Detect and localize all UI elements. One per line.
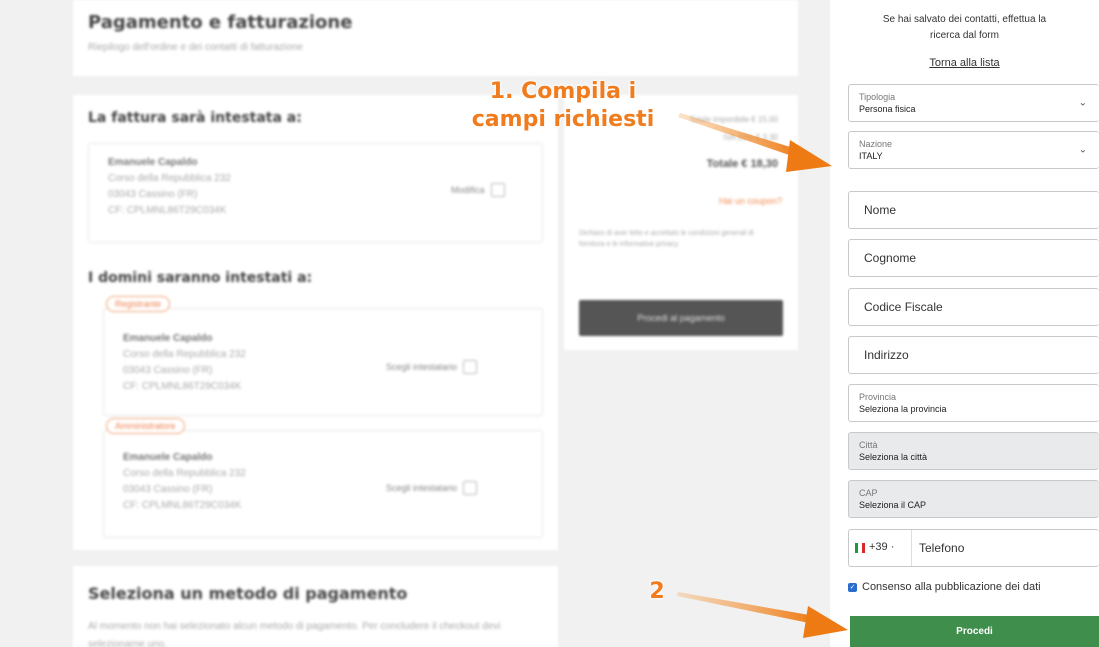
arrow-step1-shaft	[678, 113, 800, 158]
annotation-step1: 1. Compila i campi richiesti	[448, 78, 678, 134]
annotation-step2: 2	[649, 579, 665, 604]
annotation-step1-line1: 1. Compila i	[489, 79, 637, 104]
arrow-step2-shaft	[677, 592, 815, 624]
annotation-step1-line2: campi richiesti	[471, 107, 655, 132]
arrow-step2-head	[803, 606, 848, 638]
arrow-step1-head	[786, 140, 832, 172]
